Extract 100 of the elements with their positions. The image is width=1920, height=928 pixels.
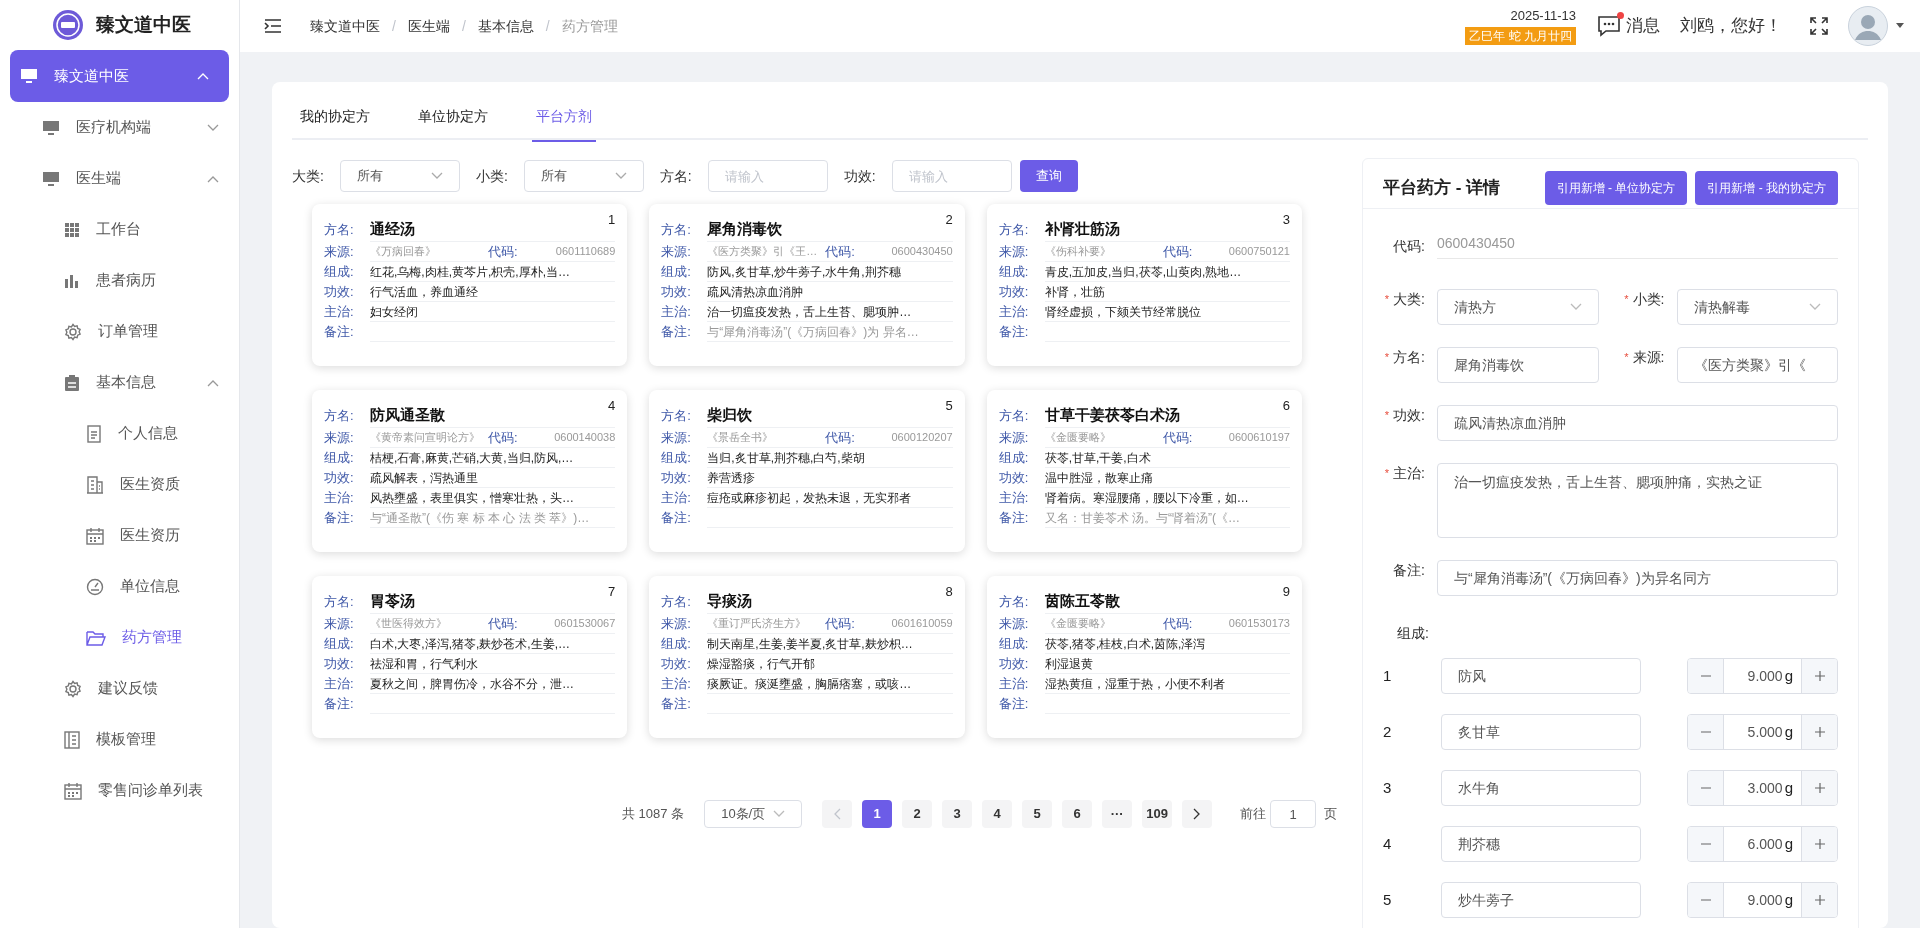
dropdown[interactable]: 清热方 — [1437, 289, 1599, 325]
herb-input[interactable]: 炙甘草 — [1441, 714, 1641, 750]
increase-button[interactable] — [1801, 771, 1837, 805]
page-button[interactable]: 1 — [862, 800, 893, 828]
field-label: 大类: — [1393, 290, 1425, 309]
formula-name: 犀角消毒饮 — [707, 219, 783, 240]
breadcrumb-link[interactable]: 基本信息 — [477, 15, 534, 37]
next-page-button[interactable] — [1182, 800, 1213, 828]
decrease-button[interactable] — [1688, 771, 1724, 805]
menu-item[interactable]: 医生资历 — [0, 510, 239, 561]
herb-input[interactable]: 荆芥穗 — [1441, 826, 1641, 862]
page-button[interactable]: 5 — [1022, 800, 1053, 828]
formula-card[interactable]: 4 方名: 防风通圣散 来源: 《黄帝素问宣明论方》 代码: 0600140038 组成: 桔梗,石膏,麻黄,芒硝,大黄,当归,防风,… 功效: 疏风解表，泻热通里 主治: 风热壅盛，表里俱实，憎寒壮热，头… 备注: 与“通圣散”(《伤 寒 标 本 心 法 类 萃》)… — [312, 390, 628, 552]
field-label: 来源: — [1632, 348, 1665, 367]
menu-item[interactable]: 单位信息 — [0, 561, 239, 612]
tab[interactable]: 我的协定方 — [296, 106, 374, 142]
field-label: 备注: — [998, 695, 1030, 714]
filter-label: 大类: — [292, 166, 324, 186]
menu-item[interactable]: 臻文道中医 — [10, 50, 229, 102]
date-text: 2025-11-13 — [1510, 7, 1576, 24]
herb-input[interactable]: 水牛角 — [1441, 770, 1641, 806]
increase-button[interactable] — [1801, 715, 1837, 749]
decrease-button[interactable] — [1688, 715, 1724, 749]
menu-item[interactable]: 零售问诊单列表 — [0, 765, 239, 816]
chevron-up-icon — [207, 174, 219, 183]
menu-item[interactable]: 医生资质 — [0, 459, 239, 510]
formula-card[interactable]: 1 方名: 通经汤 来源: 《万病回春》 代码: 0601110689 组成: 红花,乌梅,肉桂,黄芩片,枳壳,厚朴,当… 功效: 行气活血，养血通经 主治: 妇女经闭 备注: — [312, 204, 628, 366]
dropdown[interactable]: 所有 — [339, 160, 460, 192]
page-size-dropdown[interactable]: 10条/页 — [704, 800, 803, 828]
formula-card[interactable]: 2 方名: 犀角消毒饮 来源: 《医方类聚》引《王… 代码: 0600430450 组成: 防风,炙甘草,炒牛蒡子,水牛角,荆芥穗 功效: 疏风清热凉血消肿 主治: 治一切瘟疫发热，舌上生苔、腮项肿… 备注: 与“犀角消毒汤”(《万病回春》)为 异名… — [649, 204, 965, 366]
formula-card[interactable]: 3 方名: 补肾壮筋汤 来源: 《伤科补要》 代码: 0600750121 组成: 青皮,五加皮,当归,茯苓,山萸肉,熟地… 功效: 补肾，壮筋 主治: 肾经虚损，下颏关节经常脱位 备注: — [986, 204, 1302, 366]
herb-input[interactable]: 炒牛蒡子 — [1441, 882, 1641, 918]
source-text: 《世医得效方》 — [370, 616, 448, 632]
user-avatar[interactable] — [1848, 6, 1888, 46]
breadcrumb-link[interactable]: 臻文道中医 — [310, 15, 380, 37]
fullscreen-icon[interactable] — [1810, 17, 1828, 35]
card-number: 8 — [945, 583, 953, 601]
dropdown[interactable]: 所有 — [523, 160, 644, 192]
page-button[interactable]: 109 — [1142, 800, 1173, 828]
field-label: 方名: — [998, 221, 1030, 240]
text-input[interactable]: 犀角消毒饮 — [1437, 347, 1599, 383]
menu-item[interactable]: 个人信息 — [0, 408, 239, 459]
code-text: 0601530067 — [554, 616, 616, 632]
page-button[interactable]: ··· — [1102, 800, 1133, 828]
field-label: 代码: — [1162, 428, 1193, 447]
menu-item[interactable]: 药方管理 — [0, 612, 239, 663]
field-label: 主治: — [998, 675, 1030, 694]
formula-card[interactable]: 6 方名: 甘草干姜茯苓白术汤 来源: 《金匮要略》 代码: 0600610197 组成: 茯苓,甘草,干姜,白术 功效: 温中胜湿，散寒止痛 主治: 肾着病。寒湿腰痛，腰以下冷重，如… 备注: 又名：甘姜苓术 汤。与“肾着汤”(《… — [986, 390, 1302, 552]
menu-item[interactable]: 医生端 — [0, 153, 239, 204]
field-label: 来源: — [998, 243, 1030, 262]
menu-item[interactable]: 模板管理 — [0, 714, 239, 765]
menu-icon[interactable] — [264, 18, 282, 34]
messages-button[interactable]: 消息 — [1596, 13, 1660, 39]
dropdown[interactable]: 清热解毒 — [1676, 289, 1838, 325]
page-button[interactable]: 4 — [982, 800, 1013, 828]
text-input[interactable]: 《医方类聚》引《 — [1676, 347, 1838, 383]
text-input[interactable]: 与“犀角消毒汤”(《万病回春》)为异名同方 — [1437, 560, 1838, 596]
breadcrumb-link[interactable]: 医生端 — [407, 15, 450, 37]
previous-page-button[interactable] — [822, 800, 853, 828]
formula-card[interactable]: 7 方名: 胃苓汤 来源: 《世医得效方》 代码: 0601530067 组成: 白术,大枣,泽泻,猪苓,麸炒苍术,生姜,… 功效: 祛湿和胃，行气利水 主治: 夏秋之间，脾胃伤冷，水谷不分，泄… 备注: — [312, 576, 628, 738]
decrease-button[interactable] — [1688, 827, 1724, 861]
menu-item[interactable]: 基本信息 — [0, 357, 239, 408]
page-button[interactable]: 2 — [902, 800, 933, 828]
text-input[interactable]: 疏风清热凉血消肿 — [1437, 405, 1838, 441]
formula-card[interactable]: 9 方名: 茵陈五苓散 来源: 《金匮要略》 代码: 0601530173 组成: 茯苓,猪苓,桂枝,白术,茵陈,泽泻 功效: 利湿退黄 主治: 湿热黄疸，湿重于热，小便不利者 备注: — [986, 576, 1302, 738]
menu-item[interactable]: 建议反馈 — [0, 663, 239, 714]
menu-item[interactable]: 工作台 — [0, 204, 239, 255]
required-mark: * — [1624, 350, 1629, 366]
caret-icon[interactable] — [1896, 23, 1904, 29]
chevron-down-icon — [614, 172, 627, 180]
increase-button[interactable] — [1801, 827, 1837, 861]
menu-item[interactable]: 患者病历 — [0, 255, 239, 306]
increase-button[interactable] — [1801, 883, 1837, 917]
tab[interactable]: 单位协定方 — [414, 106, 492, 142]
text-input[interactable]: 请输入 — [707, 160, 828, 192]
text-input[interactable]: 请输入 — [891, 160, 1012, 192]
text-area[interactable]: 治一切瘟疫发热，舌上生苔、腮项肿痛，实热之证 — [1437, 463, 1838, 538]
card-number: 3 — [1282, 211, 1290, 229]
page-button[interactable]: 3 — [942, 800, 973, 828]
field-label: 功效: — [324, 469, 355, 488]
menu-item[interactable]: 订单管理 — [0, 306, 239, 357]
note-text: 与“通圣散”(《伤 寒 标 本 心 法 类 萃》)… — [370, 509, 590, 527]
page-button[interactable]: 6 — [1062, 800, 1093, 828]
field-label: 代码: — [488, 242, 518, 261]
search-button[interactable]: 查询 — [1019, 160, 1078, 192]
menu-item[interactable]: 医疗机构端 — [0, 102, 239, 153]
field-label: 代码: — [825, 242, 855, 261]
page-number-input[interactable]: 1 — [1270, 800, 1317, 828]
chevron-up-icon — [197, 72, 209, 80]
tab[interactable]: 平台方剂 — [532, 106, 596, 142]
plus-icon — [1813, 782, 1826, 794]
herb-input[interactable]: 防风 — [1441, 658, 1641, 694]
formula-card[interactable]: 5 方名: 柴归饮 来源: 《景岳全书》 代码: 0600120207 组成: 当归,炙甘草,荆芥穗,白芍,柴胡 功效: 养营透疹 主治: 痘疮或麻疹初起，发热未退，无实邪者 备注: — [649, 390, 965, 552]
formula-card[interactable]: 8 方名: 导痰汤 来源: 《重订严氏济生方》 代码: 0601610059 组成: 制天南星,生姜,姜半夏,炙甘草,麸炒枳… 功效: 燥湿豁痰，行气开郁 主治: 痰厥证。痰涎壅盛，胸膈痞塞，或咳… 备注: — [649, 576, 965, 738]
field-value: 疏风解表，泻热通里 — [370, 469, 478, 487]
decrease-button[interactable] — [1688, 659, 1724, 693]
action-button[interactable]: 引用新增 - 我的协定方 — [1695, 170, 1838, 205]
action-button[interactable]: 引用新增 - 单位协定方 — [1544, 170, 1688, 205]
decrease-button[interactable] — [1688, 883, 1724, 917]
increase-button[interactable] — [1801, 659, 1837, 693]
